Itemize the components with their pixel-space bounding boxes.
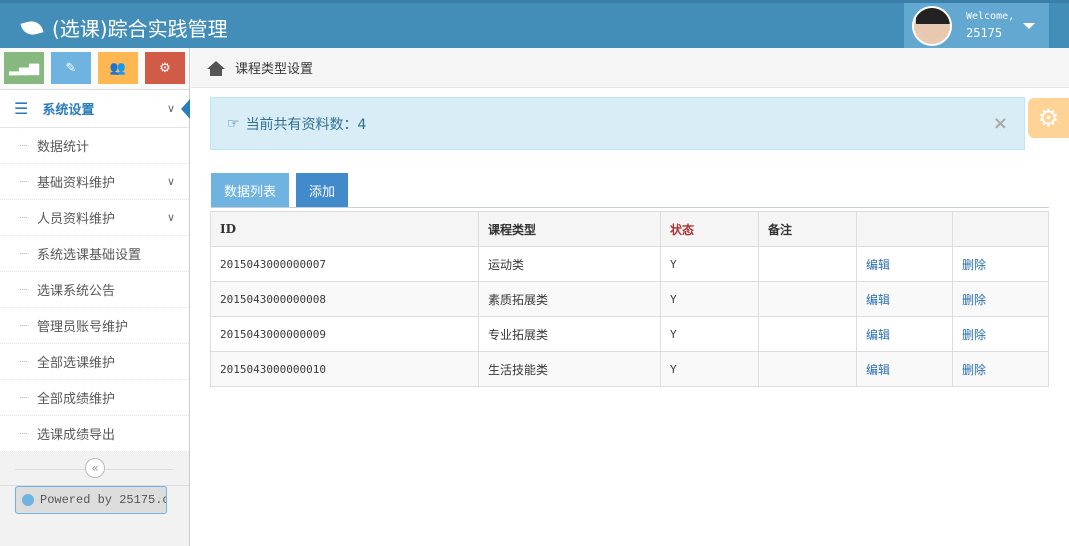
- column-header: [856, 211, 953, 247]
- column-header: ID: [210, 211, 479, 247]
- sidebar-item[interactable]: 数据统计: [0, 128, 189, 164]
- tab-add[interactable]: 添加: [296, 173, 349, 207]
- cell-edit: 编辑: [856, 351, 953, 387]
- edit-link[interactable]: 编辑: [866, 293, 890, 307]
- caret-down-icon: [1023, 23, 1035, 29]
- app-title: (选课)踪合实践管理: [52, 17, 228, 41]
- sidebar-item-label: 人员资料维护: [37, 212, 116, 227]
- home-icon[interactable]: [207, 60, 225, 76]
- chevron-down-icon: ∨: [166, 211, 175, 224]
- data-table: ID 课程类型 状态 备注 2015043000000007 运动类 Y 编辑 删除 2…: [210, 211, 1049, 387]
- sidebar-item[interactable]: 系统选课基础设置: [0, 236, 189, 272]
- close-icon[interactable]: ×: [993, 113, 1008, 134]
- sidebar-item-label: 全部成绩维护: [37, 392, 116, 407]
- cell-id: 2015043000000010: [210, 351, 479, 387]
- logo-icon: [22, 494, 34, 506]
- welcome-text: Welcome,: [966, 10, 1015, 22]
- cell-delete: 删除: [952, 316, 1049, 352]
- cell-status: Y: [660, 281, 759, 317]
- breadcrumb: 课程类型设置: [191, 48, 1069, 88]
- sidebar-section-system-settings[interactable]: ☰ 系统设置 ∨: [0, 90, 190, 128]
- leaf-icon: [20, 18, 44, 37]
- sidebar-item[interactable]: 选课成绩导出: [0, 416, 189, 452]
- edit-link[interactable]: 编辑: [866, 258, 890, 272]
- breadcrumb-current: 课程类型设置: [235, 62, 314, 77]
- sidebar-item-label: 选课系统公告: [37, 284, 116, 299]
- edit-link[interactable]: 编辑: [866, 328, 890, 342]
- cell-note: [758, 246, 857, 282]
- cell-id: 2015043000000008: [210, 281, 479, 317]
- active-arrow: [181, 99, 190, 119]
- sidebar: ▂▄▆ ✎ 👥 ⚙ ☰ 系统设置 ∨ 数据统计基础资料维护 ∨ 人员资料维护 ∨ 系统选…: [0, 48, 190, 546]
- cell-id: 2015043000000009: [210, 316, 479, 352]
- cell-delete: 删除: [952, 281, 1049, 317]
- delete-link[interactable]: 删除: [962, 293, 986, 307]
- top-navbar: (选课)踪合实践管理 Welcome, 25175: [0, 0, 1069, 48]
- cell-id: 2015043000000007: [210, 246, 479, 282]
- tab-data-list[interactable]: 数据列表: [211, 173, 290, 207]
- delete-link[interactable]: 删除: [962, 328, 986, 342]
- section-label: 系统设置: [42, 103, 95, 118]
- avatar: [912, 5, 952, 46]
- edit-link[interactable]: 编辑: [866, 363, 890, 377]
- sidebar-item-label: 数据统计: [37, 140, 90, 155]
- cell-status: Y: [660, 246, 759, 282]
- sidebar-item[interactable]: 全部成绩维护: [0, 380, 189, 416]
- table-row: 2015043000000008 素质拓展类 Y 编辑 删除: [210, 281, 1049, 317]
- cell-edit: 编辑: [856, 316, 953, 352]
- sidebar-item-label: 选课成绩导出: [37, 428, 116, 443]
- cell-type: 专业拓展类: [478, 316, 661, 352]
- record-count: 当前共有资料数：4: [245, 116, 367, 133]
- thumbs-up-icon: ☞: [227, 115, 240, 132]
- column-header: 备注: [758, 211, 857, 247]
- cell-delete: 删除: [952, 351, 1049, 387]
- cell-status: Y: [660, 351, 759, 387]
- table-row: 2015043000000009 专业拓展类 Y 编辑 删除: [210, 316, 1049, 352]
- cell-note: [758, 351, 857, 387]
- cell-type: 运动类: [478, 246, 661, 282]
- cell-edit: 编辑: [856, 246, 953, 282]
- cell-note: [758, 316, 857, 352]
- cell-note: [758, 281, 857, 317]
- sidebar-item[interactable]: 全部选课维护: [0, 344, 189, 380]
- sidebar-collapse: «: [0, 452, 189, 486]
- username: 25175: [966, 25, 1003, 40]
- info-alert: ☞ 当前共有资料数：4 ×: [210, 97, 1025, 150]
- user-menu[interactable]: Welcome, 25175: [904, 3, 1049, 48]
- sidebar-item[interactable]: 选课系统公告: [0, 272, 189, 308]
- powered-by-badge[interactable]: Powered by 25175.com: [15, 486, 167, 514]
- table-row: 2015043000000007 运动类 Y 编辑 删除: [210, 246, 1049, 282]
- pencil-icon[interactable]: ✎: [51, 52, 91, 84]
- users-icon[interactable]: 👥: [98, 52, 138, 84]
- delete-link[interactable]: 删除: [962, 363, 986, 377]
- column-header: 状态: [660, 211, 759, 247]
- cogs-icon[interactable]: ⚙: [145, 52, 185, 84]
- cell-type: 素质拓展类: [478, 281, 661, 317]
- chevron-down-icon: ∨: [166, 175, 175, 188]
- sidebar-item-label: 管理员账号维护: [37, 320, 129, 335]
- sidebar-item-label: 系统选课基础设置: [37, 248, 142, 263]
- delete-link[interactable]: 删除: [962, 258, 986, 272]
- list-icon: ☰: [14, 99, 29, 118]
- cell-edit: 编辑: [856, 281, 953, 317]
- signal-icon[interactable]: ▂▄▆: [4, 52, 44, 84]
- column-header: 课程类型: [478, 211, 661, 247]
- cell-type: 生活技能类: [478, 351, 661, 387]
- tabs: 数据列表 添加: [211, 173, 1049, 208]
- cell-status: Y: [660, 316, 759, 352]
- chevron-down-icon: ∨: [166, 102, 175, 115]
- table-row: 2015043000000010 生活技能类 Y 编辑 删除: [210, 351, 1049, 387]
- sidebar-item-label: 基础资料维护: [37, 176, 116, 191]
- settings-gear-icon[interactable]: ⚙: [1028, 98, 1069, 138]
- brand[interactable]: (选课)踪合实践管理: [20, 13, 228, 42]
- sidebar-item[interactable]: 管理员账号维护: [0, 308, 189, 344]
- sidebar-item[interactable]: 人员资料维护 ∨: [0, 200, 189, 236]
- double-chevron-left-icon[interactable]: «: [85, 458, 105, 478]
- cell-delete: 删除: [952, 246, 1049, 282]
- column-header: [952, 211, 1049, 247]
- powered-text: Powered by 25175.com: [40, 493, 166, 507]
- sidebar-item[interactable]: 基础资料维护 ∨: [0, 164, 189, 200]
- sidebar-item-label: 全部选课维护: [37, 356, 116, 371]
